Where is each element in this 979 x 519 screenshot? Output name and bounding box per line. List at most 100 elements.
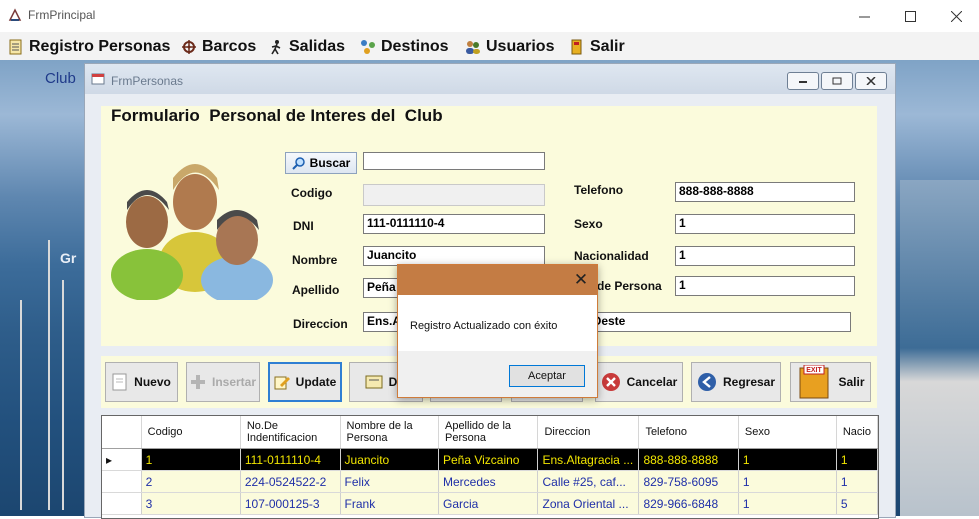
child-close-button[interactable] (855, 72, 887, 90)
grid-column-header[interactable]: Sexo (738, 416, 837, 449)
codigo-label: Codigo (291, 186, 333, 200)
person-walking-icon (271, 40, 281, 55)
ship-wheel-icon (182, 40, 196, 54)
magnifier-icon (291, 157, 305, 170)
dialog-close-button[interactable]: ✕ (569, 269, 593, 291)
grid-cell[interactable]: Peña Vizcaino (438, 448, 539, 471)
notepad-icon (9, 39, 22, 55)
minimize-icon (799, 81, 807, 83)
regresar-label: Regresar (722, 375, 776, 389)
grid-column-header[interactable]: Nacio (836, 416, 878, 449)
search-button[interactable]: Buscar (285, 152, 357, 174)
grid-cell[interactable]: Juancito (340, 448, 439, 471)
maximize-icon (904, 10, 916, 22)
menu-salidas[interactable]: Salidas (268, 36, 345, 58)
grid-cell[interactable]: Frank (340, 492, 439, 515)
salir-button[interactable]: EXIT Salir (790, 362, 871, 402)
grid-column-header[interactable]: No.De Indentificacion (240, 416, 341, 449)
direccion-value: Ens.A (367, 314, 402, 328)
grid-column-header[interactable]: Telefono (638, 416, 739, 449)
insertar-button[interactable]: Insertar (186, 362, 260, 402)
sailboat-mast (62, 280, 64, 510)
close-button[interactable] (933, 0, 979, 32)
grid-cell[interactable]: Calle #25, caf... (537, 470, 640, 493)
network-icon (361, 40, 375, 54)
table-row[interactable]: 2 224-0524522-2 Felix Mercedes Calle #25… (102, 470, 878, 493)
grid-cell[interactable]: Zona Oriental ... (537, 492, 640, 515)
nacionalidad-field[interactable]: 1 (675, 246, 855, 266)
maximize-button[interactable] (887, 0, 933, 32)
grid-cell[interactable]: Garcia (438, 492, 539, 515)
dni-label: DNI (293, 219, 314, 233)
sexo-field[interactable]: 1 (675, 214, 855, 234)
grid-cell[interactable]: 1 (141, 448, 241, 471)
dialog-ok-button[interactable]: Aceptar (509, 365, 585, 387)
cancelar-button[interactable]: Cancelar (595, 362, 683, 402)
telefono-field[interactable]: 888-888-8888 (675, 182, 855, 202)
menu-registro-personas[interactable]: Registro Personas (8, 36, 170, 58)
child-title: FrmPersonas (111, 74, 184, 88)
grid-cell[interactable]: 1 (738, 470, 837, 493)
grid-header-row: Codigo No.De Indentificacion Nombre de l… (102, 416, 878, 449)
nuevo-button[interactable]: Nuevo (105, 362, 178, 402)
row-header-cell[interactable] (102, 492, 142, 515)
grid-column-header[interactable]: Codigo (141, 416, 241, 449)
nacionalidad-label: Nacionalidad (574, 249, 649, 263)
edit-pencil-icon (274, 376, 290, 390)
menu-label: Salidas (289, 38, 346, 55)
window-titlebar[interactable]: FrmPrincipal (0, 0, 979, 32)
grid-cell[interactable]: 1 (738, 448, 837, 471)
grid-cell[interactable]: 1 (836, 448, 878, 471)
grid-cell[interactable]: 5 (836, 492, 878, 515)
table-row[interactable]: 3 107-000125-3 Frank Garcia Zona Orienta… (102, 492, 878, 515)
dialog-titlebar[interactable]: ✕ (398, 265, 597, 295)
grid-cell[interactable]: 224-0524522-2 (240, 470, 341, 493)
grid-cell[interactable]: Mercedes (438, 470, 539, 493)
grid-cell[interactable]: 111-0111110-4 (240, 448, 341, 471)
child-minimize-button[interactable] (787, 72, 819, 90)
dialog-body: Registro Actualizado con éxito (398, 295, 597, 351)
grid-cell[interactable]: Ens.Altagracia ... (537, 448, 640, 471)
grid-column-header[interactable]: Nombre de la Persona (340, 416, 439, 449)
grid-cell[interactable]: 1 (738, 492, 837, 515)
window-title: FrmPrincipal (28, 8, 96, 22)
salir-label: Salir (838, 375, 865, 389)
grid-column-header[interactable]: Apellido de la Persona (438, 416, 539, 449)
close-icon (950, 10, 962, 22)
row-header-cell[interactable] (102, 470, 142, 493)
grid-cell[interactable]: 107-000125-3 (240, 492, 341, 515)
tipo-persona-field[interactable]: 1 (675, 276, 855, 296)
menu-barcos[interactable]: Barcos (181, 36, 256, 58)
grid-corner-cell (102, 416, 142, 449)
child-titlebar[interactable]: FrmPersonas (85, 64, 895, 94)
row-indicator[interactable]: ▸ (102, 448, 142, 471)
menu-bar: Registro Personas Barcos Salidas Destino… (0, 32, 979, 60)
table-row[interactable]: ▸ 1 111-0111110-4 Juancito Peña Vizcaino… (102, 448, 878, 471)
search-input[interactable] (363, 152, 545, 170)
menu-destinos[interactable]: Destinos (360, 36, 449, 58)
menu-label: Destinos (381, 38, 449, 55)
menu-usuarios[interactable]: Usuarios (465, 36, 554, 58)
grid-cell[interactable]: Felix (340, 470, 439, 493)
background-club-text: Club (45, 70, 76, 87)
regresar-button[interactable]: Regresar (691, 362, 781, 402)
grid-cell[interactable]: 2 (141, 470, 241, 493)
nombre-label: Nombre (292, 253, 338, 267)
grid-cell[interactable]: 1 (836, 470, 878, 493)
update-button[interactable]: Update (268, 362, 342, 402)
exit-door-icon (571, 39, 582, 55)
grid-cell[interactable]: 829-966-6848 (638, 492, 739, 515)
grid-cell[interactable]: 3 (141, 492, 241, 515)
update-label: Update (295, 375, 337, 389)
people-illustration (111, 164, 273, 300)
child-restore-button[interactable] (821, 72, 853, 90)
grid-column-header[interactable]: Direccion (537, 416, 640, 449)
personas-grid[interactable]: Codigo No.De Indentificacion Nombre de l… (101, 415, 879, 519)
nombre-field[interactable]: Juancito (363, 246, 545, 266)
grid-cell[interactable]: 829-758-6095 (638, 470, 739, 493)
dni-field[interactable]: 111-0111110-4 (363, 214, 545, 234)
grid-cell[interactable]: 888-888-8888 (638, 448, 739, 471)
menu-salir[interactable]: Salir (569, 36, 625, 58)
codigo-field[interactable] (363, 184, 545, 206)
minimize-button[interactable] (841, 0, 887, 32)
